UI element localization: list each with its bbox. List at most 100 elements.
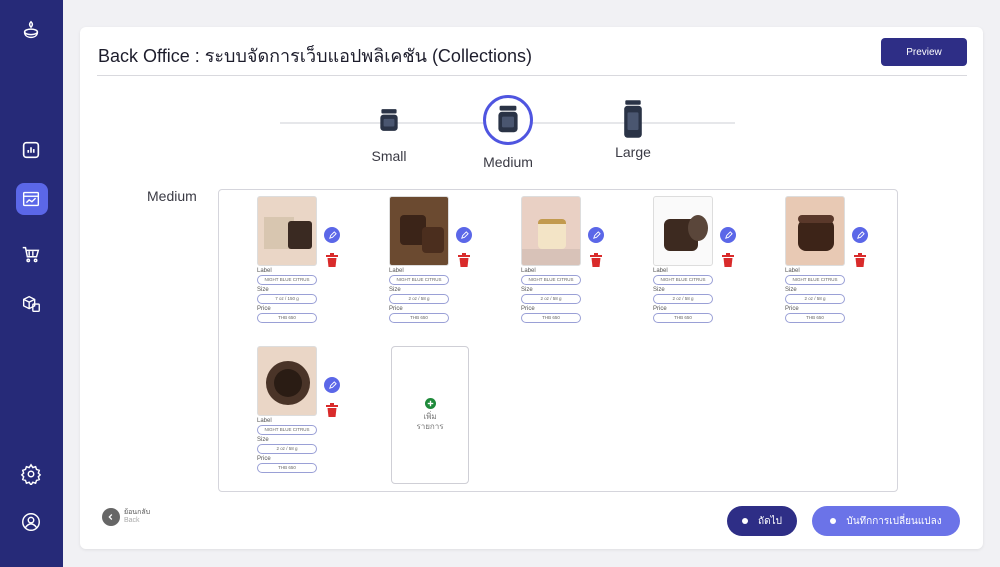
price-field[interactable]: THB 650 <box>521 313 581 323</box>
size-field[interactable]: 2 oz / 58 g <box>257 444 317 454</box>
title-divider <box>97 75 967 76</box>
size-field[interactable]: 2 oz / 58 g <box>521 294 581 304</box>
size-option-small[interactable]: Small <box>355 107 423 164</box>
edit-button[interactable] <box>720 227 736 243</box>
back-label: ย้อนกลับ Back <box>124 509 150 525</box>
product-image[interactable] <box>389 196 449 266</box>
selected-size-ring[interactable] <box>483 95 533 145</box>
size-label-large: Large <box>615 144 651 160</box>
size-option-medium[interactable]: Medium <box>473 154 543 170</box>
label-field-label: Label <box>257 418 272 424</box>
medium-jar-icon <box>498 105 518 133</box>
add-item-label: เพิ่ม รายการ <box>416 412 443 432</box>
small-jar-icon <box>380 109 398 131</box>
label-field[interactable]: NIGHT BLUE CITRUS <box>785 275 845 285</box>
add-item-button[interactable]: เพิ่ม รายการ <box>391 346 469 484</box>
cart-icon[interactable] <box>15 238 47 270</box>
label-field[interactable]: NIGHT BLUE CITRUS <box>521 275 581 285</box>
settings-icon[interactable] <box>15 458 47 490</box>
label-field-label: Label <box>389 268 404 274</box>
price-field-label: Price <box>389 306 403 312</box>
product-image[interactable] <box>257 346 317 416</box>
size-field[interactable]: 2 oz / 58 g <box>653 294 713 304</box>
edit-button[interactable] <box>324 227 340 243</box>
size-field-label: Size <box>257 287 269 293</box>
trash-icon[interactable] <box>325 252 339 268</box>
label-field-label: Label <box>653 268 668 274</box>
dashboard-icon[interactable] <box>15 134 47 166</box>
size-option-large[interactable]: Large <box>599 97 667 160</box>
product-card: Label NIGHT BLUE CITRUS Size 2 oz / 58 g… <box>389 196 479 323</box>
trash-icon[interactable] <box>589 252 603 268</box>
product-image[interactable] <box>521 196 581 266</box>
product-image[interactable] <box>653 196 713 266</box>
size-field[interactable]: 2 oz / 58 g <box>389 294 449 304</box>
label-field-label: Label <box>785 268 800 274</box>
size-field[interactable]: 7 oz / 150 g <box>257 294 317 304</box>
edit-button[interactable] <box>324 377 340 393</box>
product-image[interactable] <box>257 196 317 266</box>
trash-icon[interactable] <box>853 252 867 268</box>
price-field[interactable]: THB 650 <box>785 313 845 323</box>
product-grid: Label NIGHT BLUE CITRUS Size 7 oz / 150 … <box>218 189 898 492</box>
product-card: Label NIGHT BLUE CITRUS Size 2 oz / 58 g… <box>653 196 743 323</box>
price-field[interactable]: THB 650 <box>257 463 317 473</box>
size-field-label: Size <box>785 287 797 293</box>
price-field-label: Price <box>257 456 271 462</box>
web-layout-icon[interactable] <box>15 183 47 215</box>
trash-icon[interactable] <box>457 252 471 268</box>
product-card: Label NIGHT BLUE CITRUS Size 2 oz / 58 g… <box>521 196 611 323</box>
logo-icon[interactable] <box>15 14 47 46</box>
edit-button[interactable] <box>588 227 604 243</box>
large-jar-icon <box>624 100 642 138</box>
trash-icon[interactable] <box>325 402 339 418</box>
label-field[interactable]: NIGHT BLUE CITRUS <box>257 425 317 435</box>
pencil-icon <box>856 230 865 239</box>
size-label-small: Small <box>371 148 407 164</box>
size-field-label: Size <box>389 287 401 293</box>
inventory-icon[interactable] <box>15 288 47 320</box>
save-changes-button[interactable]: บันทึกการเปลี่ยนแปลง <box>812 506 960 536</box>
label-field[interactable]: NIGHT BLUE CITRUS <box>257 275 317 285</box>
profile-icon[interactable] <box>15 506 47 538</box>
pencil-icon <box>460 230 469 239</box>
preview-button[interactable]: Preview <box>881 38 967 66</box>
save-label: บันทึกการเปลี่ยนแปลง <box>846 515 942 527</box>
price-field-label: Price <box>521 306 535 312</box>
main-card: Back Office : ระบบจัดการเว็บแอปพลิเคชัน … <box>80 27 983 549</box>
back-label-main: ย้อนกลับ <box>124 509 151 516</box>
label-field[interactable]: NIGHT BLUE CITRUS <box>653 275 713 285</box>
size-field-label: Size <box>653 287 665 293</box>
dot-icon <box>830 518 837 524</box>
sidebar <box>0 0 63 567</box>
next-button[interactable]: ถัดไป <box>727 506 797 536</box>
add-item-line1: เพิ่ม <box>423 412 437 421</box>
dot-icon <box>742 518 749 524</box>
label-field[interactable]: NIGHT BLUE CITRUS <box>389 275 449 285</box>
label-field-label: Label <box>257 268 272 274</box>
product-card: Label NIGHT BLUE CITRUS Size 7 oz / 150 … <box>257 196 347 323</box>
edit-button[interactable] <box>456 227 472 243</box>
size-field[interactable]: 2 oz / 58 g <box>785 294 845 304</box>
back-button[interactable]: ย้อนกลับ Back <box>102 508 150 526</box>
pencil-icon <box>328 230 337 239</box>
price-field[interactable]: THB 650 <box>653 313 713 323</box>
price-field[interactable]: THB 650 <box>257 313 317 323</box>
edit-button[interactable] <box>852 227 868 243</box>
section-label: Medium <box>147 188 197 204</box>
price-field-label: Price <box>785 306 799 312</box>
back-arrow-icon <box>102 508 120 526</box>
product-card: Label NIGHT BLUE CITRUS Size 2 oz / 58 g… <box>257 346 347 473</box>
product-image[interactable] <box>785 196 845 266</box>
price-field-label: Price <box>653 306 667 312</box>
product-card: Label NIGHT BLUE CITRUS Size 2 oz / 58 g… <box>785 196 875 323</box>
back-label-sub: Back <box>124 517 140 524</box>
size-field-label: Size <box>257 437 269 443</box>
trash-icon[interactable] <box>721 252 735 268</box>
add-item-line2: รายการ <box>416 422 444 431</box>
price-field-label: Price <box>257 306 271 312</box>
pencil-icon <box>328 380 337 389</box>
label-field-label: Label <box>521 268 536 274</box>
price-field[interactable]: THB 650 <box>389 313 449 323</box>
next-label: ถัดไป <box>758 515 782 527</box>
